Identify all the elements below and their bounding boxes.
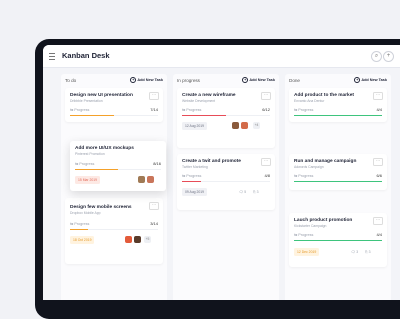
progress-value: 4/8 [264,173,270,178]
more-icon[interactable]: ··· [261,92,271,100]
progress-fill [294,240,382,241]
card-subtitle: Envanto Ana Dentur [294,99,325,103]
column-title: To do [65,78,77,83]
app-title: Kanban Desk [62,51,110,60]
progress-value: 3/14 [150,221,158,226]
progress-track [75,169,161,170]
attachments-count: ⎘ 3 [365,250,371,254]
card-subtitle: Pinterest Promotion [75,152,105,156]
due-date-badge: 18 Oct 2019 [70,236,95,244]
task-card[interactable]: Design new UI presentation Dribbble Pres… [65,88,163,122]
progress-fill [182,181,202,182]
column-done: Done + Add New Task Add product to the ma… [285,74,391,300]
card-subtitle: Kickstarter Campaign [294,224,327,228]
avatar [138,176,145,183]
avatar [147,176,154,183]
progress-track [294,240,382,241]
progress-label: ⇆ Progress [294,233,314,237]
dragged-task-card[interactable]: Add more UI/UX mockups Pinterest Promoti… [70,141,166,191]
progress-track [182,115,270,116]
comments-count: 🗨 3 [351,250,359,254]
attachments-count: ⎘ 3 [253,190,259,194]
more-icon[interactable]: ··· [149,202,159,210]
task-card[interactable]: Run and manage campaign Adwords Campaign… [289,154,387,190]
progress-label: ⇆ Progress [294,174,314,178]
progress-fill [70,115,114,116]
more-icon[interactable]: ··· [261,158,271,166]
progress-track [70,115,158,116]
progress-value: 6/12 [262,107,270,112]
progress-fill [294,181,382,182]
column-title: In progress [177,78,200,83]
progress-label: ⇆ Progress [70,108,90,112]
progress-fill [182,115,226,116]
avatar [232,122,239,129]
card-title: Create a new wireframe [182,93,236,98]
menu-icon[interactable] [49,53,55,60]
avatar-count: +5 [144,236,151,243]
progress-value: 4/4 [376,107,382,112]
avatar [241,122,248,129]
column-title: Done [289,78,300,83]
plus-icon: + [354,77,361,83]
progress-value: 6/6 [376,173,382,178]
plus-icon: + [242,77,249,83]
plus-icon: + [130,77,137,83]
progress-label: ⇆ Progress [70,222,90,226]
card-subtitle: Twitter Marketing [182,165,208,169]
progress-track [294,115,382,116]
top-bar: Kanban Desk ⌕ + [43,45,400,68]
card-subtitle: Dropbox Mobile App [70,211,101,215]
progress-label: ⇆ Progress [182,108,202,112]
progress-fill [70,229,88,230]
card-title: Add more UI/UX mockups [75,146,134,151]
task-card[interactable]: Add product to the market Envanto Ana De… [289,88,387,122]
card-title: Add product to the market [294,93,354,98]
due-date-badge: 12 Dec 2019 [294,248,320,256]
avatar [134,236,141,243]
progress-label: ⇆ Progress [75,162,95,166]
progress-value: 7/14 [150,107,158,112]
card-title: Design new UI presentation [70,93,133,98]
avatar-count: +4 [253,122,260,129]
progress-track [70,229,158,230]
app-screen: Kanban Desk ⌕ + To do + Add New Task Desi… [43,45,400,300]
progress-track [294,181,382,182]
card-title: Run and manage campaign [294,159,357,164]
more-icon[interactable]: ··· [373,217,383,225]
task-card[interactable]: Create a new wireframe Website Developme… [177,88,275,148]
due-date-badge: 15 Mar 2019 [75,176,101,184]
more-icon[interactable]: ··· [373,158,383,166]
card-subtitle: Adwords Campaign [294,165,324,169]
card-subtitle: Website Development [182,99,216,103]
due-date-badge: 09 Aug 2019 [182,188,208,196]
comments-count: 🗨 5 [239,190,247,194]
progress-track [182,181,270,182]
progress-fill [294,115,382,116]
card-title: Lauch product promotion [294,218,353,223]
column-in-progress: In progress + Add New Task Create a new w… [173,74,279,300]
progress-value: 8/16 [153,161,161,166]
task-card[interactable]: Design few mobile screens Dropbox Mobile… [65,198,163,264]
task-card[interactable]: Create a twit and promote Twitter Market… [177,154,275,210]
progress-label: ⇆ Progress [182,174,202,178]
task-card[interactable]: Lauch product promotion Kickstarter Camp… [289,213,387,267]
search-icon[interactable]: ⌕ [371,51,382,62]
more-icon[interactable]: ··· [373,92,383,100]
add-task-button[interactable]: + Add New Task [130,77,163,83]
progress-label: ⇆ Progress [294,108,314,112]
progress-value: 4/4 [376,232,382,237]
due-date-badge: 12 Aug 2019 [182,122,208,130]
progress-fill [75,169,118,170]
card-title: Create a twit and promote [182,159,241,164]
more-icon[interactable]: ··· [149,92,159,100]
card-title: Design few mobile screens [70,205,132,210]
add-task-button[interactable]: + Add New Task [354,77,387,83]
plus-icon[interactable]: + [383,51,394,62]
avatar [125,236,132,243]
card-subtitle: Dribbble Presentation [70,99,103,103]
add-task-button[interactable]: + Add New Task [242,77,275,83]
